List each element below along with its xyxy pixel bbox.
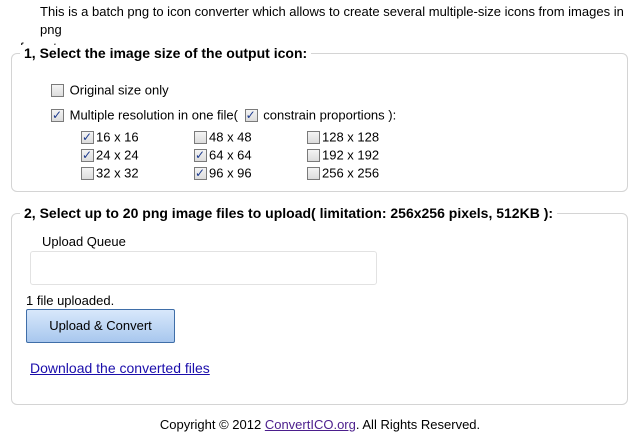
resolution-checkbox[interactable] xyxy=(81,129,94,145)
multiple-resolution-option: Multiple resolution in one file( constra… xyxy=(51,107,396,124)
original-size-option[interactable]: Original size only xyxy=(51,82,169,99)
image-size-section: 1, Select the image size of the output i… xyxy=(11,45,628,192)
original-size-checkbox[interactable] xyxy=(51,84,64,98)
resolution-checkbox[interactable] xyxy=(307,131,320,145)
resolution-option[interactable]: 64 x 64 xyxy=(194,147,252,164)
resolution-label: 24 x 24 xyxy=(96,147,139,163)
section-2-title: 2, Select up to 20 png image files to up… xyxy=(20,205,558,221)
download-converted-link[interactable]: Download the converted files xyxy=(30,360,210,376)
upload-convert-button[interactable]: Upload & Convert xyxy=(26,309,175,343)
resolution-checkbox[interactable] xyxy=(194,131,207,145)
resolution-label: 96 x 96 xyxy=(209,165,252,181)
resolution-option[interactable]: 96 x 96 xyxy=(194,165,252,182)
resolution-label: 48 x 48 xyxy=(209,129,252,145)
resolution-checkbox[interactable] xyxy=(81,147,94,163)
multiple-resolution-checkbox[interactable] xyxy=(51,107,64,123)
resolution-option[interactable]: 256 x 256 xyxy=(307,165,379,182)
section-1-title: 1, Select the image size of the output i… xyxy=(20,45,312,61)
resolution-label: 16 x 16 xyxy=(96,129,139,145)
resolution-label: 256 x 256 xyxy=(322,165,380,181)
resolution-checkbox[interactable] xyxy=(307,149,320,163)
multiple-resolution-label: Multiple resolution in one file( xyxy=(69,107,238,123)
footer-suffix: . All Rights Reserved. xyxy=(355,417,481,432)
resolution-checkbox[interactable] xyxy=(194,147,207,163)
resolution-checkbox[interactable] xyxy=(81,167,94,181)
upload-queue-box[interactable] xyxy=(30,251,377,285)
intro-line-1: This is a batch png to icon converter wh… xyxy=(40,4,624,37)
resolution-option[interactable]: 48 x 48 xyxy=(194,129,252,146)
resolution-option[interactable]: 24 x 24 xyxy=(81,147,139,164)
resolution-label: 32 x 32 xyxy=(96,165,139,181)
resolution-option[interactable]: 192 x 192 xyxy=(307,147,379,164)
constrain-proportions-checkbox[interactable] xyxy=(244,107,258,123)
footer-prefix: Copyright © 2012 xyxy=(159,417,265,432)
footer-site-link[interactable]: ConvertICO.org xyxy=(265,417,356,432)
resolution-option[interactable]: 32 x 32 xyxy=(81,165,139,182)
constrain-proportions-label: constrain proportions ): xyxy=(263,107,397,123)
upload-status: 1 file uploaded. xyxy=(26,293,115,308)
resolution-checkbox[interactable] xyxy=(194,165,207,181)
footer: Copyright © 2012 ConvertICO.org. All Rig… xyxy=(0,417,640,432)
upload-queue-label: Upload Queue xyxy=(42,234,126,249)
resolution-label: 128 x 128 xyxy=(322,129,380,145)
resolution-option[interactable]: 128 x 128 xyxy=(307,129,379,146)
upload-section: 2, Select up to 20 png image files to up… xyxy=(11,205,628,405)
resolution-label: 64 x 64 xyxy=(209,147,252,163)
resolution-option[interactable]: 16 x 16 xyxy=(81,129,139,146)
resolution-checkbox[interactable] xyxy=(307,167,320,181)
resolution-label: 192 x 192 xyxy=(322,147,380,163)
original-size-label: Original size only xyxy=(69,82,169,98)
